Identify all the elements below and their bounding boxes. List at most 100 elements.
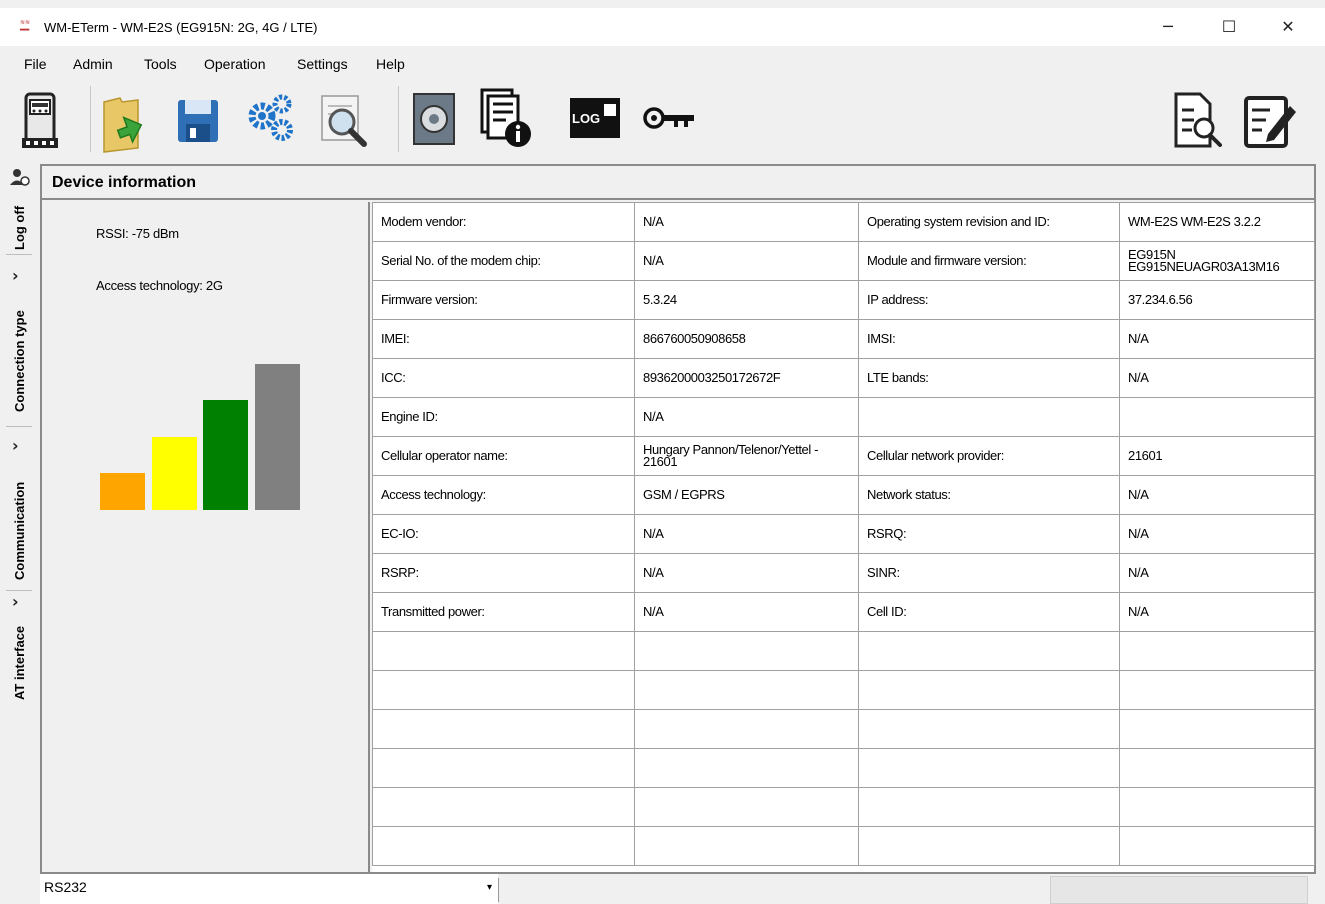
panel-title: Device information bbox=[52, 174, 197, 191]
firmware-disk-icon[interactable] bbox=[406, 82, 466, 158]
meter-icon[interactable] bbox=[10, 82, 70, 158]
settings-gears-icon[interactable] bbox=[242, 82, 302, 158]
table-cell-label: LTE bands: bbox=[858, 358, 1120, 398]
close-button[interactable]: ✕ bbox=[1265, 8, 1311, 46]
menu-tools[interactable]: Tools bbox=[144, 56, 177, 72]
inspect-document-icon[interactable] bbox=[314, 82, 374, 158]
table-cell-label bbox=[372, 670, 635, 710]
table-cell-value bbox=[634, 787, 859, 827]
table-cell-value bbox=[634, 631, 859, 671]
table-cell-label: Cellular network provider: bbox=[858, 436, 1120, 476]
table-cell-value bbox=[1119, 826, 1315, 866]
menu-settings[interactable]: Settings bbox=[297, 56, 348, 72]
table-cell-label bbox=[858, 709, 1120, 749]
table-cell-label: Operating system revision and ID: bbox=[858, 202, 1120, 242]
tab-connection-type[interactable]: › Connection type bbox=[0, 258, 38, 426]
table-cell-label bbox=[372, 787, 635, 827]
minimize-button[interactable]: ─ bbox=[1145, 8, 1191, 46]
table-cell-value: 8936200003250172672F bbox=[634, 358, 859, 398]
menu-file[interactable]: File bbox=[24, 56, 47, 72]
table-cell-value: Hungary Pannon/Telenor/Yettel - 21601 bbox=[634, 436, 859, 476]
tab-log-off-label: Log off bbox=[12, 205, 27, 250]
table-cell-label: Transmitted power: bbox=[372, 592, 635, 632]
table-row: RSRP: N/A SINR: N/A bbox=[372, 553, 1315, 593]
log-icon[interactable]: LOG bbox=[566, 82, 626, 158]
menu-help[interactable]: Help bbox=[376, 56, 405, 72]
signal-bar bbox=[151, 437, 197, 510]
device-info-icon[interactable] bbox=[476, 82, 536, 158]
table-cell-label bbox=[372, 826, 635, 866]
table-cell-value bbox=[1119, 631, 1315, 671]
table-cell-label bbox=[372, 748, 635, 788]
table-cell-label: Firmware version: bbox=[372, 280, 635, 320]
table-cell-value: WM-E2S WM-E2S 3.2.2 bbox=[1119, 202, 1315, 242]
tab-at-interface[interactable]: › AT interface bbox=[0, 592, 38, 712]
search-document-icon[interactable] bbox=[1166, 82, 1226, 158]
table-cell-value: 37.234.6.56 bbox=[1119, 280, 1315, 320]
table-cell-value: N/A bbox=[1119, 514, 1315, 554]
table-cell-value: N/A bbox=[634, 514, 859, 554]
device-info-table: Modem vendor: N/A Operating system revisio… bbox=[372, 202, 1315, 872]
status-divider bbox=[498, 878, 499, 902]
table-cell-label bbox=[858, 748, 1120, 788]
tab-communication[interactable]: › Communication bbox=[0, 430, 38, 588]
table-row: Transmitted power: N/A Cell ID: N/A bbox=[372, 592, 1315, 632]
menu-operation[interactable]: Operation bbox=[204, 56, 265, 72]
table-cell-label: EC-IO: bbox=[372, 514, 635, 554]
edit-document-icon[interactable] bbox=[1240, 82, 1300, 158]
app-logo-icon: ≋≋ ▂▂ bbox=[20, 19, 31, 31]
info-table: Modem vendor: N/A Operating system revisio… bbox=[372, 202, 1315, 866]
table-cell-value: N/A bbox=[634, 202, 859, 242]
table-cell-label bbox=[858, 787, 1120, 827]
table-row: Engine ID: N/A bbox=[372, 397, 1315, 437]
table-cell-value bbox=[1119, 670, 1315, 710]
table-cell-label: IP address: bbox=[858, 280, 1120, 320]
menu-bar: File Admin Tools Operation Settings Help bbox=[0, 54, 1325, 76]
menu-admin[interactable]: Admin bbox=[73, 56, 113, 72]
open-folder-icon[interactable] bbox=[98, 82, 158, 158]
table-cell-value bbox=[1119, 709, 1315, 749]
table-row bbox=[372, 670, 1315, 710]
table-cell-value: N/A bbox=[1119, 358, 1315, 398]
log-icon-text: LOG bbox=[572, 111, 600, 126]
window-title: WM-ETerm - WM-E2S (EG915N: 2G, 4G / LTE) bbox=[44, 20, 318, 35]
port-select-value: RS232 bbox=[44, 879, 87, 895]
table-row bbox=[372, 826, 1315, 866]
security-key-icon[interactable] bbox=[640, 82, 700, 158]
signal-bar bbox=[100, 473, 145, 510]
table-row: EC-IO: N/A RSRQ: N/A bbox=[372, 514, 1315, 554]
table-cell-label bbox=[372, 631, 635, 671]
table-row: IMEI: 866760050908658 IMSI: N/A bbox=[372, 319, 1315, 359]
table-cell-value bbox=[634, 670, 859, 710]
save-icon[interactable] bbox=[170, 82, 230, 158]
table-cell-value: 5.3.24 bbox=[634, 280, 859, 320]
port-select[interactable]: RS232 ▾ bbox=[40, 874, 498, 904]
status-bar: RS232 ▾ bbox=[0, 874, 1325, 904]
device-information-panel: Device information RSSI: -75 dBm Access … bbox=[40, 164, 1316, 874]
table-cell-label: Network status: bbox=[858, 475, 1120, 515]
table-cell-label bbox=[858, 670, 1120, 710]
table-cell-value: N/A bbox=[634, 397, 859, 437]
tab-separator bbox=[6, 254, 32, 255]
tab-communication-label: Communication bbox=[12, 481, 27, 580]
app-window: ≋≋ ▂▂ WM-ETerm - WM-E2S (EG915N: 2G, 4G /… bbox=[0, 0, 1325, 904]
panel-header: Device information bbox=[42, 166, 1314, 200]
user-icon bbox=[10, 169, 30, 186]
status-progress-box bbox=[1050, 876, 1308, 904]
maximize-button[interactable]: ☐ bbox=[1206, 8, 1252, 46]
toolbar: LOG bbox=[0, 78, 1325, 162]
table-row: ICC: 8936200003250172672F LTE bands: N/A bbox=[372, 358, 1315, 398]
table-cell-label bbox=[372, 709, 635, 749]
tab-connection-type-label: Connection type bbox=[12, 310, 27, 412]
chevron-down-icon[interactable]: ▾ bbox=[487, 882, 492, 893]
table-cell-value bbox=[634, 826, 859, 866]
toolbar-separator bbox=[398, 86, 399, 152]
tab-log-off[interactable]: Log off bbox=[0, 164, 38, 254]
tab-separator bbox=[6, 426, 32, 427]
chevron-right-icon: › bbox=[12, 266, 19, 285]
table-cell-label: Modem vendor: bbox=[372, 202, 635, 242]
table-cell-value bbox=[1119, 748, 1315, 788]
table-cell-label: Module and firmware version: bbox=[858, 241, 1120, 281]
table-cell-value bbox=[634, 748, 859, 788]
table-cell-value: 21601 bbox=[1119, 436, 1315, 476]
